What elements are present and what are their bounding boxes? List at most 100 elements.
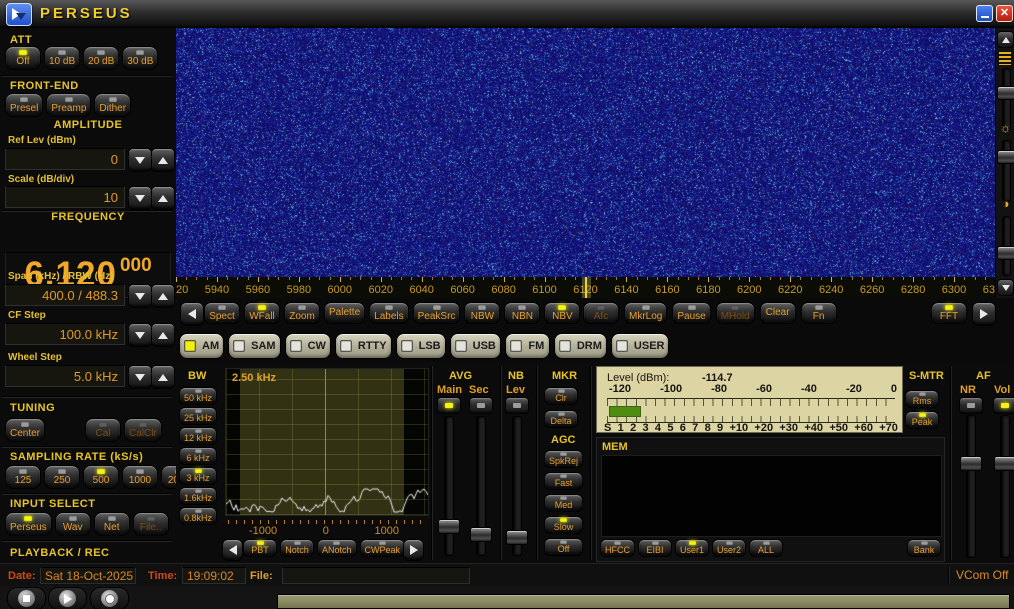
mode-cw[interactable]: CW: [285, 333, 331, 359]
mode-rtty[interactable]: RTTY: [335, 333, 392, 359]
avg-sec-slider[interactable]: [470, 416, 490, 556]
bw-50khz[interactable]: 50 kHz: [179, 387, 217, 405]
brightness-slider-thumb[interactable]: [997, 150, 1014, 164]
filter-scroll-left-button[interactable]: [222, 539, 243, 561]
agc-med[interactable]: Med: [544, 494, 583, 512]
bw-0.8khz[interactable]: 0.8kHz: [179, 507, 217, 525]
scale-value[interactable]: 10: [5, 186, 125, 208]
filter-scroll-right-button[interactable]: [403, 539, 424, 561]
avg-main-slider-track[interactable]: [444, 416, 454, 556]
mode-user[interactable]: USER: [611, 333, 670, 359]
tb-palette[interactable]: Palette: [324, 302, 365, 324]
waterfall-display[interactable]: [176, 28, 995, 277]
record-button[interactable]: [90, 587, 129, 609]
af-vol-slider[interactable]: [994, 415, 1014, 558]
bw-1.6khz[interactable]: 1.6kHz: [179, 487, 217, 505]
frontend-preamp[interactable]: Preamp: [46, 93, 91, 117]
mode-drm[interactable]: DRM: [554, 333, 607, 359]
contrast-slider[interactable]: [997, 216, 1014, 276]
waterfall-scroll-up-button[interactable]: [997, 31, 1014, 48]
af-nr-led-button[interactable]: [959, 397, 983, 414]
avg-main-slider[interactable]: [438, 416, 458, 556]
mode-fm[interactable]: FM: [505, 333, 550, 359]
bw-12khz[interactable]: 12 kHz: [179, 427, 217, 445]
tb-nbv[interactable]: NBV: [544, 302, 580, 324]
input-wav[interactable]: Wav: [55, 512, 91, 536]
mkr-clr[interactable]: Clr: [544, 387, 578, 405]
smtr-peak[interactable]: Peak: [905, 411, 939, 429]
contrast-slider-thumb[interactable]: [997, 246, 1014, 260]
att-10db[interactable]: 10 dB: [44, 46, 80, 70]
avg-main-slider-thumb[interactable]: [438, 519, 460, 534]
mem-bank[interactable]: Bank: [907, 539, 941, 557]
mem-user1[interactable]: User1: [675, 539, 709, 557]
avg-sec-slider-thumb[interactable]: [470, 527, 492, 542]
cf-step-value[interactable]: 100.0 kHz: [5, 323, 125, 345]
tb-zoom[interactable]: Zoom: [284, 302, 320, 324]
frontend-dither[interactable]: Dither: [94, 93, 131, 117]
waterfall-scroll-down-button[interactable]: [997, 279, 1014, 296]
rate-125[interactable]: 125: [5, 465, 41, 489]
mode-lsb[interactable]: LSB: [396, 333, 446, 359]
frequency-scale[interactable]: 5920594059605980600060206040606060806100…: [176, 277, 995, 298]
play-button[interactable]: [48, 587, 87, 609]
scale-down-button[interactable]: [128, 186, 152, 210]
input-net[interactable]: Net: [94, 512, 130, 536]
app-logo-icon[interactable]: [6, 3, 32, 26]
tuning-center[interactable]: Center: [5, 418, 45, 442]
frontend-presel[interactable]: Presel: [5, 93, 43, 117]
anotch[interactable]: ANotch: [317, 539, 357, 557]
tb-labels[interactable]: Labels: [369, 302, 408, 324]
af-vol-slider-thumb[interactable]: [994, 456, 1014, 471]
nb-lev-led-button[interactable]: [505, 397, 529, 414]
avg-sec-led-button[interactable]: [469, 397, 493, 414]
pbt[interactable]: PBT: [243, 539, 277, 557]
agc-spkrej[interactable]: SpkRej: [544, 450, 583, 468]
bw-3khz[interactable]: 3 kHz: [179, 467, 217, 485]
tb-clear[interactable]: Clear: [760, 302, 796, 324]
tb-wfall[interactable]: WFall: [244, 302, 280, 324]
notch[interactable]: Notch: [280, 539, 314, 557]
tb-mhold[interactable]: MHold: [716, 302, 755, 324]
tuning-cal[interactable]: Cal: [85, 418, 121, 442]
stop-button[interactable]: [7, 587, 46, 609]
cwpeak[interactable]: CWPeak: [360, 539, 406, 557]
mem-hfcc[interactable]: HFCC: [600, 539, 635, 557]
tuning-marker[interactable]: [582, 277, 591, 298]
tb-nbw[interactable]: NBW: [464, 302, 500, 324]
span-down-button[interactable]: [128, 284, 152, 308]
memory-list[interactable]: [601, 455, 942, 537]
mode-am[interactable]: AM: [179, 333, 224, 359]
close-button[interactable]: [996, 5, 1013, 22]
toolbar-scroll-right-button[interactable]: [972, 302, 996, 326]
tb-mkrlog[interactable]: MkrLog: [624, 302, 667, 324]
ref-lev-value[interactable]: 0: [5, 148, 125, 170]
input-file[interactable]: File..: [133, 512, 169, 536]
minimize-button[interactable]: [976, 5, 993, 22]
tb-fn[interactable]: Fn: [801, 302, 837, 324]
input-perseus[interactable]: Perseus: [5, 512, 52, 536]
tb-nbn[interactable]: NBN: [504, 302, 540, 324]
mkr-delta[interactable]: Delta: [544, 410, 578, 428]
mode-sam[interactable]: SAM: [228, 333, 280, 359]
filter-passband-display[interactable]: 2.50 kHz: [225, 368, 429, 516]
avg-main-led-button[interactable]: [437, 397, 461, 414]
smtr-rms[interactable]: Rms: [905, 390, 939, 408]
nb-lev-slider-thumb[interactable]: [506, 530, 528, 545]
af-vol-led-button[interactable]: [993, 397, 1014, 414]
tuning-calclr[interactable]: CalClr: [124, 418, 162, 442]
brightness-slider[interactable]: [997, 140, 1014, 202]
tb-afc[interactable]: Afc: [583, 302, 619, 324]
wheel-step-value[interactable]: 5.0 kHz: [5, 365, 125, 387]
af-vol-slider-track[interactable]: [1000, 415, 1010, 558]
span-up-button[interactable]: [151, 284, 175, 308]
mem-user2[interactable]: User2: [712, 539, 746, 557]
tb-pause[interactable]: Pause: [672, 302, 710, 324]
tb-fft[interactable]: FFT: [931, 302, 967, 324]
agc-slow[interactable]: Slow: [544, 516, 583, 534]
wheel-step-up-button[interactable]: [151, 365, 175, 389]
ref-lev-up-button[interactable]: [151, 148, 175, 172]
mem-eibi[interactable]: EIBI: [638, 539, 672, 557]
tb-peaksrc[interactable]: PeakSrc: [413, 302, 461, 324]
att-30db[interactable]: 30 dB: [122, 46, 158, 70]
